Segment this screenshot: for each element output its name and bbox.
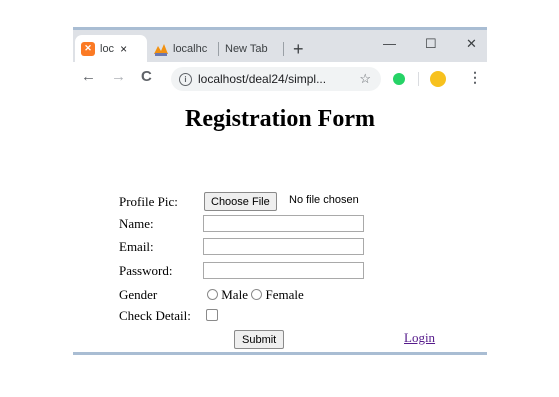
tab-new-tab[interactable]: New Tab [219, 35, 281, 62]
check-detail-label: Check Detail: [119, 308, 191, 323]
maximize-button[interactable]: ☐ [425, 36, 437, 52]
profile-pic-label: Profile Pic: [119, 194, 178, 209]
tab-divider [283, 42, 284, 56]
gender-label: Gender [119, 287, 158, 302]
window-close-button[interactable]: ✕ [466, 36, 477, 52]
name-field[interactable] [203, 215, 364, 232]
email-field[interactable] [203, 238, 364, 255]
male-label: Male [221, 287, 248, 302]
menu-icon[interactable]: ⋮ [468, 69, 482, 86]
extension-icon[interactable] [430, 71, 446, 87]
tab-label: localhc [173, 42, 208, 55]
forward-button[interactable]: → [111, 68, 126, 86]
new-tab-button[interactable]: + [293, 40, 304, 58]
phpmyadmin-icon [154, 43, 168, 56]
window-bottom-border [73, 352, 487, 355]
gender-options: Male Female [207, 287, 304, 303]
page-content: Registration Form Profile Pic: Choose Fi… [73, 94, 487, 352]
xampp-icon: ✕ [81, 41, 95, 56]
female-label: Female [265, 287, 304, 302]
tab-xampp[interactable]: ✕ loc × [75, 35, 147, 62]
page-title: Registration Form [185, 106, 375, 132]
name-label: Name: [119, 216, 154, 231]
info-icon[interactable]: i [179, 72, 192, 86]
check-detail-checkbox[interactable] [206, 309, 218, 321]
tab-strip: ✕ loc × localhc New Tab + — ☐ ✕ [73, 30, 487, 62]
browser-toolbar: ← → C i localhost/deal24/simpl... ☆ ⋮ [73, 62, 487, 94]
browser-window: ✕ loc × localhc New Tab + — ☐ ✕ ← → C i … [73, 27, 487, 357]
female-radio[interactable] [251, 289, 263, 300]
reload-button[interactable]: C [141, 68, 152, 86]
star-icon[interactable]: ☆ [359, 71, 371, 87]
tab-label: loc [100, 42, 115, 55]
no-file-text: No file chosen [289, 194, 359, 206]
tab-phpmyadmin[interactable]: localhc [149, 35, 217, 62]
tab-label: New Tab [225, 42, 268, 55]
male-radio[interactable] [207, 289, 218, 300]
close-icon[interactable]: × [120, 42, 127, 56]
toolbar-divider [418, 72, 419, 86]
url-text: localhost/deal24/simpl... [198, 72, 327, 86]
email-label: Email: [119, 239, 154, 254]
minimize-button[interactable]: — [383, 36, 396, 51]
password-field[interactable] [203, 262, 364, 279]
whatsapp-extension-icon[interactable] [393, 73, 405, 85]
password-label: Password: [119, 263, 173, 278]
submit-button[interactable]: Submit [234, 330, 285, 349]
address-bar[interactable]: i localhost/deal24/simpl... ☆ [171, 67, 381, 91]
choose-file-button[interactable]: Choose File [204, 192, 277, 211]
back-button[interactable]: ← [81, 68, 96, 86]
login-link[interactable]: Login [404, 330, 435, 346]
